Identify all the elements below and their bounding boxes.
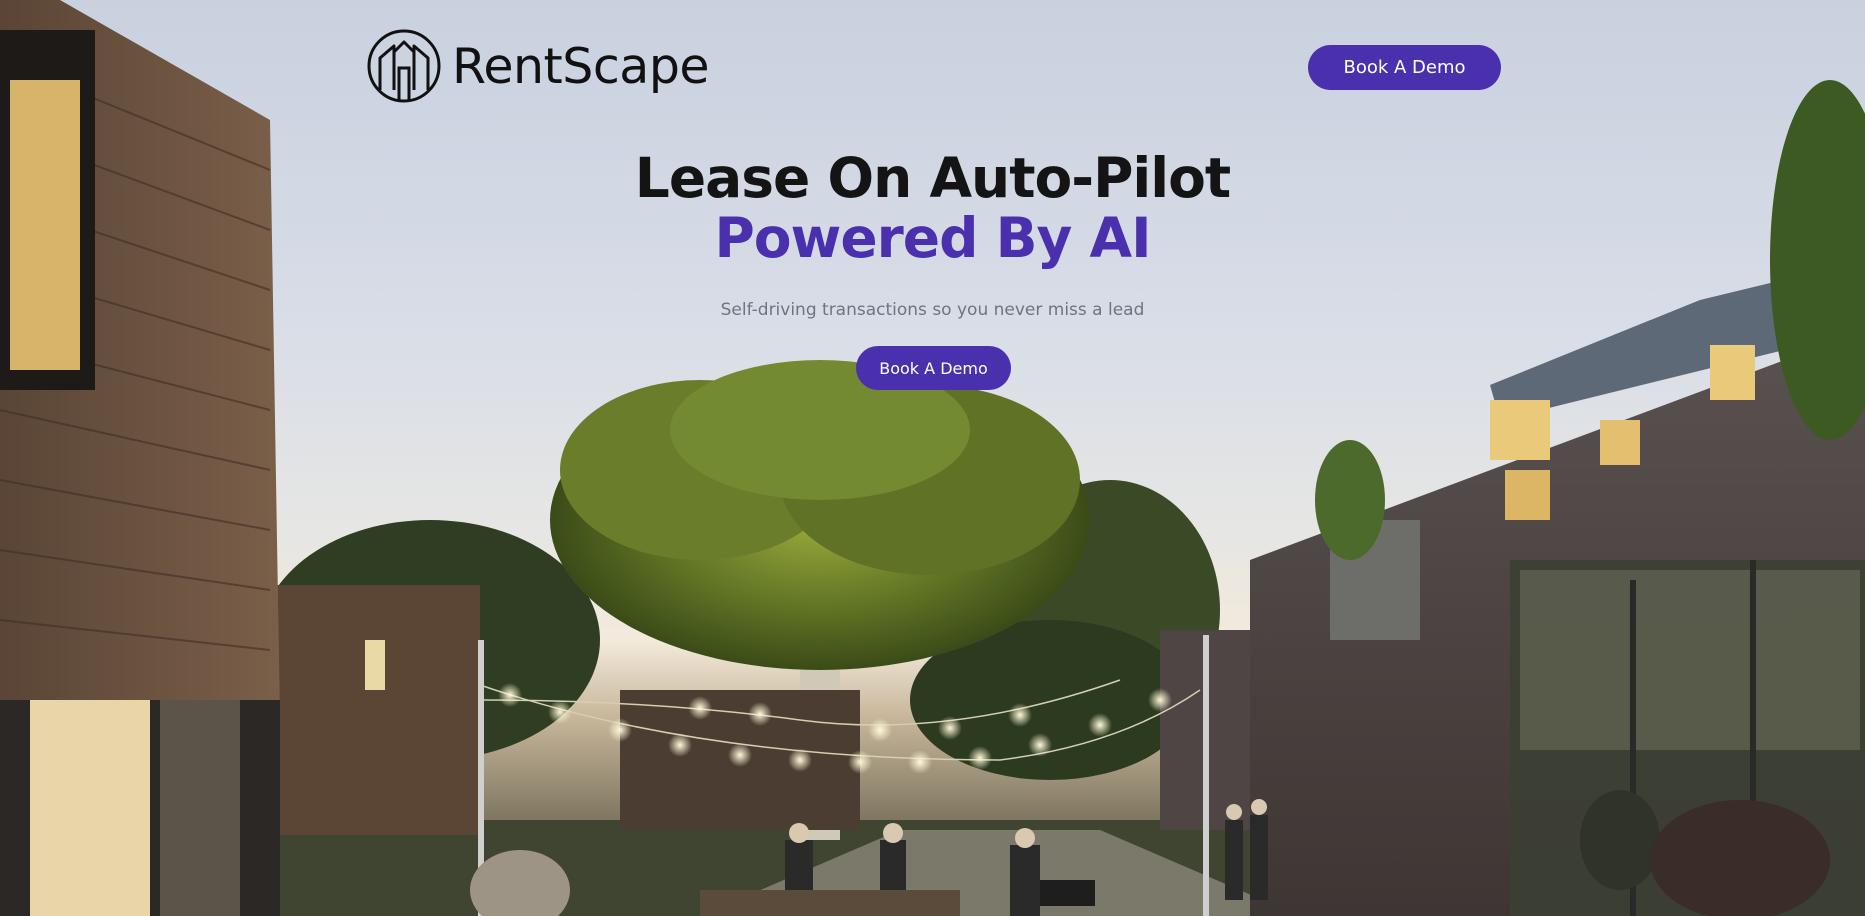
house-arch-icon bbox=[367, 29, 441, 103]
hero-book-demo-button[interactable]: Book A Demo bbox=[856, 346, 1011, 390]
courtyard-background-image bbox=[0, 0, 1865, 916]
brand-logo[interactable]: RentScape bbox=[366, 28, 710, 104]
hero-section: RentScape Book A Demo Lease On Auto-Pilo… bbox=[0, 0, 1865, 916]
header-book-demo-button[interactable]: Book A Demo bbox=[1308, 45, 1501, 90]
hero-title-line1: Lease On Auto-Pilot bbox=[634, 146, 1231, 210]
top-navigation: RentScape Book A Demo bbox=[0, 0, 1865, 110]
brand-name: RentScape bbox=[452, 37, 710, 95]
hero-subtitle: Self-driving transactions so you never m… bbox=[720, 300, 1145, 320]
hero-title-line2: Powered By AI bbox=[714, 206, 1151, 270]
